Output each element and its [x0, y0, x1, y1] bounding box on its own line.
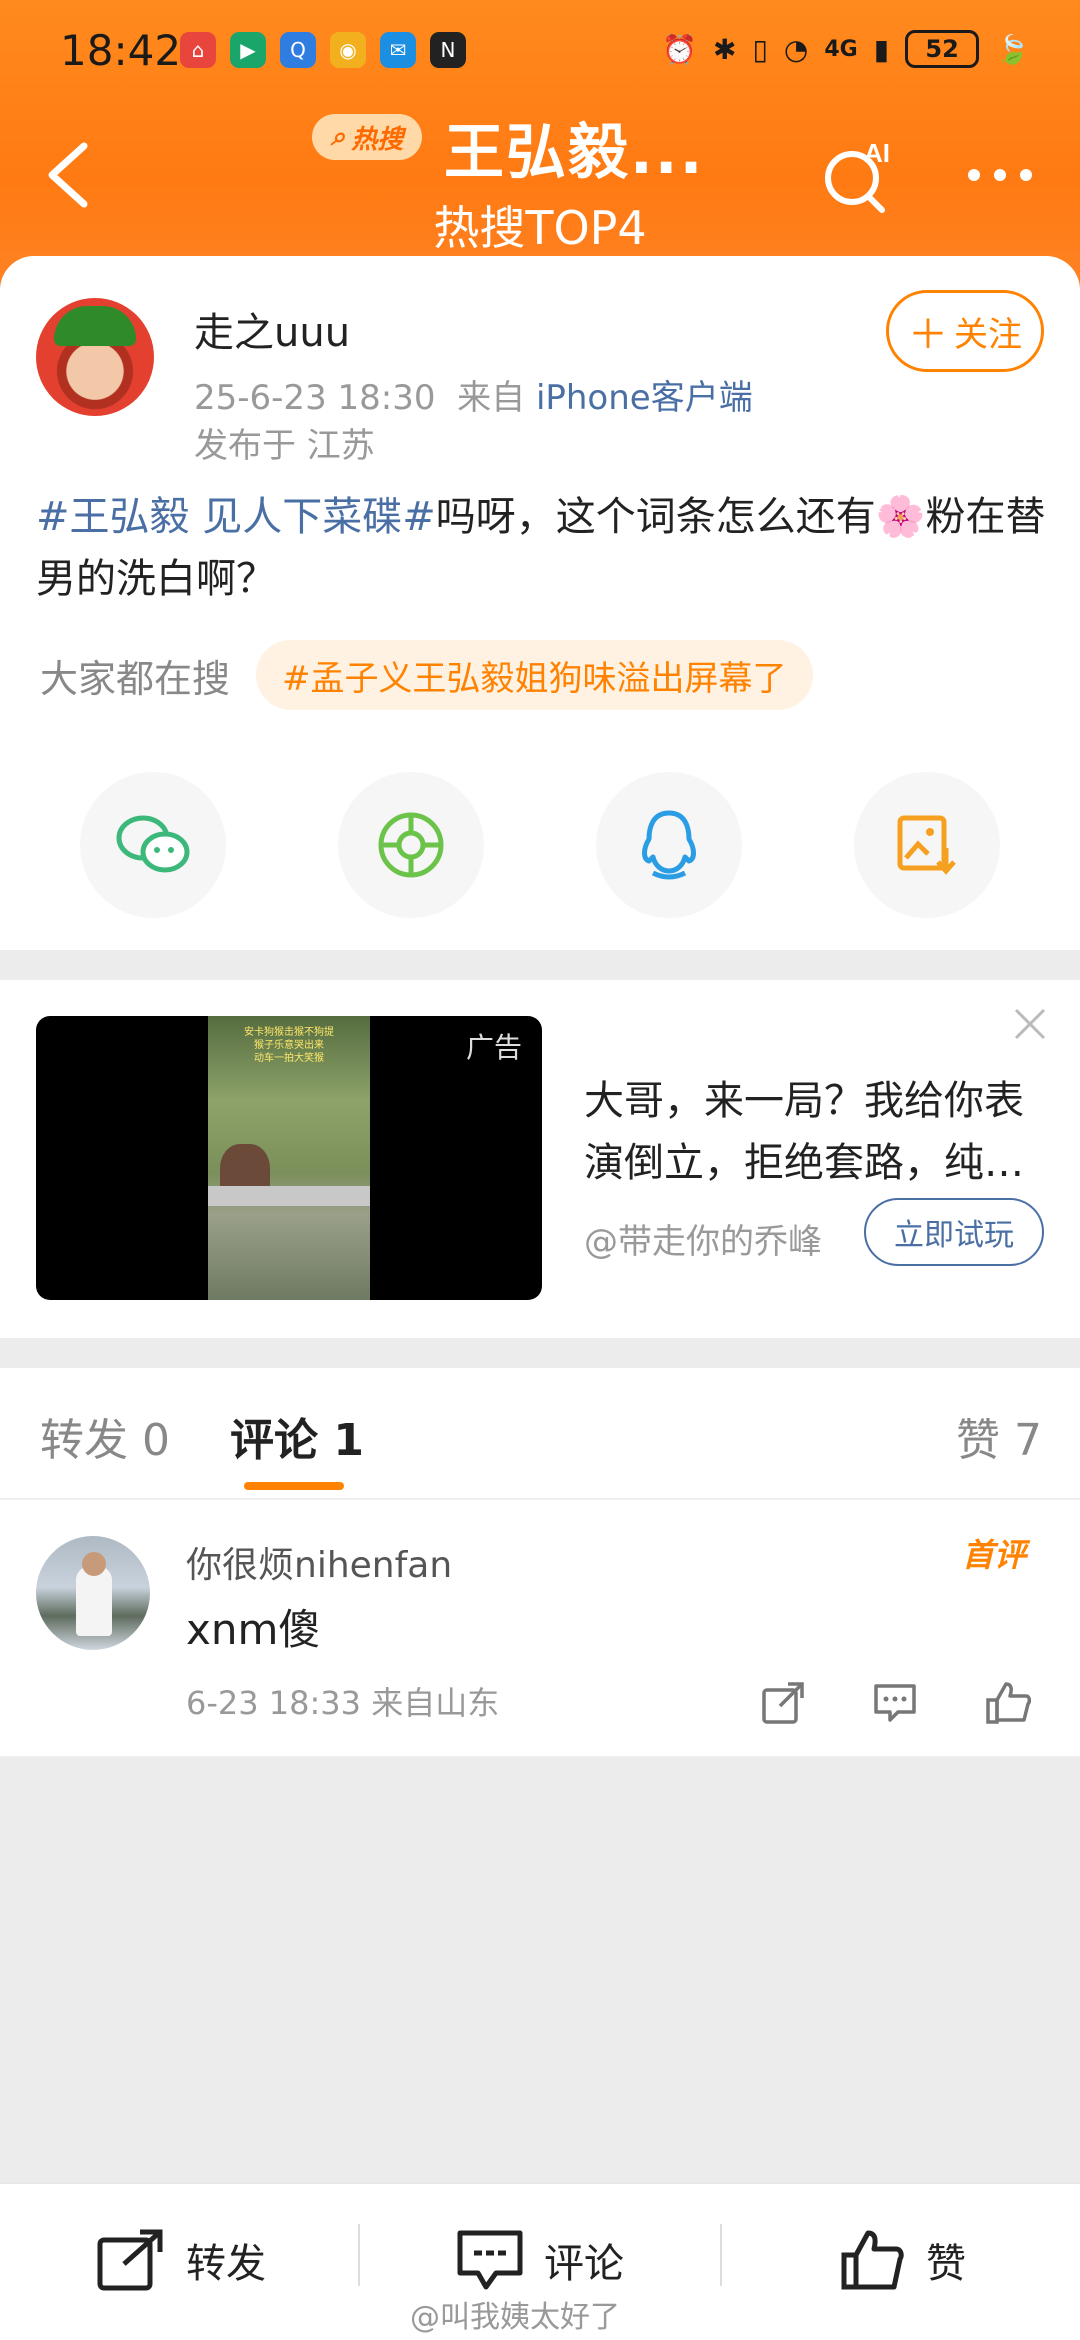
alarm-icon: ⏰ — [662, 32, 697, 66]
author-avatar[interactable] — [36, 298, 154, 416]
tab-like[interactable]: 赞 7 — [956, 1404, 1042, 1468]
comment-reply-icon[interactable] — [870, 1678, 920, 1728]
like-button[interactable]: 赞 — [840, 2220, 966, 2300]
like-label: 赞 — [926, 2241, 966, 2287]
tab-repost[interactable]: 转发 0 — [40, 1404, 170, 1468]
post-body: #王弘毅 见人下菜碟#吗呀，这个词条怎么还有🌸粉在替男的洗白啊？ — [36, 486, 1046, 610]
browser-app-icon: Q — [280, 32, 316, 68]
search-icon: ⌕ — [330, 121, 346, 152]
watermark: @叫我姨太好了 — [410, 2300, 620, 2335]
top-header: 18:42 ⌂ ▶ Q ◉ ✉ N ⏰ ✱ ▯ ◔ 4G ▮ 52 🍃 ⌕ 热搜… — [0, 0, 1080, 300]
tab-repost-count: 0 — [142, 1415, 170, 1466]
more-icon[interactable] — [960, 150, 1040, 200]
moments-icon — [378, 812, 444, 878]
ad-tag: 广告 — [465, 1031, 522, 1064]
tab-comment-count: 1 — [333, 1415, 364, 1466]
nfc-icon: N — [430, 32, 466, 68]
share-wechat-button[interactable] — [80, 772, 226, 918]
interaction-tabs: 转发 0 评论 1 赞 7 — [0, 1368, 1080, 1500]
comment-label: 评论 — [544, 2241, 624, 2287]
active-tab-indicator — [244, 1482, 344, 1490]
music-app-icon: ◉ — [330, 32, 366, 68]
follow-button[interactable]: ＋ 关注 — [886, 290, 1044, 372]
page-subtitle: 热搜TOP4 — [433, 201, 647, 255]
comment-text: xnm傻 — [186, 1605, 321, 1654]
comment-item: 你很烦nihenfan 首评 xnm傻 6-23 18:33 来自山东 — [0, 1500, 1080, 1758]
follow-label: 关注 — [954, 314, 1022, 355]
author-name[interactable]: 走之uuu — [194, 300, 350, 358]
source-prefix: 来自 — [457, 378, 526, 418]
post-meta: 25-6-23 18:30 来自 iPhone客户端 — [194, 370, 753, 419]
tab-repost-label: 转发 — [40, 1415, 128, 1466]
ad-play-button[interactable]: 立即试玩 — [864, 1198, 1044, 1266]
share-moments-button[interactable] — [338, 772, 484, 918]
status-time: 18:42 — [60, 26, 182, 75]
ad-author[interactable]: @带走你的乔峰 — [584, 1214, 822, 1263]
repost-icon — [97, 2229, 163, 2291]
hot-badge-label: 热搜 — [351, 124, 404, 155]
notification-icons: ⌂ ▶ Q ◉ ✉ N — [180, 32, 466, 68]
ai-search-icon[interactable]: AI — [820, 136, 900, 216]
bluetooth-icon: ✱ — [713, 32, 737, 66]
post-card: 走之uuu 25-6-23 18:30 来自 iPhone客户端 发布于 江苏 … — [0, 256, 1080, 950]
divider — [720, 2224, 722, 2286]
repost-label: 转发 — [186, 2241, 266, 2287]
ad-card[interactable]: 安卡狗猴击猴不狗提 猴子乐意哭出来 动车一拍大笑猴 广告 大哥，来一局？我给你表演倒… — [0, 980, 1080, 1338]
comment-button[interactable]: 评论 — [456, 2220, 624, 2300]
video-app-icon: ▶ — [230, 32, 266, 68]
share-qq-button[interactable] — [596, 772, 742, 918]
topic-tag[interactable]: #王弘毅 见人下菜碟# — [36, 494, 436, 540]
page-title: 王弘毅... — [444, 118, 705, 188]
tab-like-count: 7 — [1014, 1415, 1042, 1466]
first-comment-badge: 首评 — [962, 1536, 1027, 1574]
repost-button[interactable]: 转发 — [96, 2220, 266, 2300]
related-search-pill[interactable]: #孟子义王弘毅姐狗味溢出屏幕了 — [256, 640, 813, 710]
battery-indicator: 52 — [905, 30, 980, 68]
app-notification-icon: ⌂ — [180, 32, 216, 68]
wechat-icon — [116, 815, 190, 873]
save-image-button[interactable] — [854, 772, 1000, 918]
plus-icon: ＋ — [908, 312, 948, 358]
commenter-avatar[interactable] — [36, 1536, 150, 1650]
tab-comment[interactable]: 评论 1 — [230, 1404, 364, 1468]
commenter-name[interactable]: 你很烦nihenfan — [186, 1536, 452, 1588]
related-search: 大家都在搜 #孟子义王弘毅姐狗味溢出屏幕了 — [40, 640, 813, 710]
post-location: 发布于 江苏 — [194, 426, 375, 466]
comment-like-icon[interactable] — [984, 1678, 1034, 1728]
ad-video-thumbnail[interactable]: 安卡狗猴击猴不狗提 猴子乐意哭出来 动车一拍大笑猴 广告 — [36, 1016, 542, 1300]
post-source: iPhone客户端 — [535, 378, 753, 418]
divider — [358, 2224, 360, 2286]
like-icon — [841, 2230, 904, 2290]
save-image-icon — [897, 815, 956, 875]
comment-meta: 6-23 18:33 来自山东 — [186, 1684, 500, 1722]
comment-share-icon[interactable] — [758, 1678, 808, 1728]
hot-search-badge: ⌕ 热搜 — [312, 114, 422, 160]
signal-icon: ▮ — [873, 32, 890, 66]
vibrate-icon: ▯ — [752, 32, 768, 66]
related-search-label: 大家都在搜 — [40, 656, 231, 701]
network-label: 4G — [824, 36, 858, 62]
leaf-icon: 🍃 — [995, 32, 1030, 66]
ad-text[interactable]: 大哥，来一局？我给你表演倒立，拒绝套路，纯手法 — [584, 1070, 1024, 1194]
tab-like-label: 赞 — [956, 1415, 1000, 1466]
share-row — [80, 772, 1000, 918]
wifi-icon: ◔ — [783, 32, 809, 66]
comment-icon — [457, 2230, 523, 2290]
status-right: ⏰ ✱ ▯ ◔ 4G ▮ 52 🍃 — [662, 30, 1030, 68]
status-bar: 18:42 ⌂ ▶ Q ◉ ✉ N ⏰ ✱ ▯ ◔ 4G ▮ 52 🍃 — [0, 18, 1080, 88]
qq-icon — [642, 810, 696, 880]
ai-label: AI — [864, 138, 890, 168]
close-icon[interactable] — [1010, 1004, 1050, 1044]
tab-comment-label: 评论 — [230, 1415, 318, 1466]
mail-app-icon: ✉ — [380, 32, 416, 68]
post-time: 25-6-23 18:30 — [194, 378, 436, 418]
